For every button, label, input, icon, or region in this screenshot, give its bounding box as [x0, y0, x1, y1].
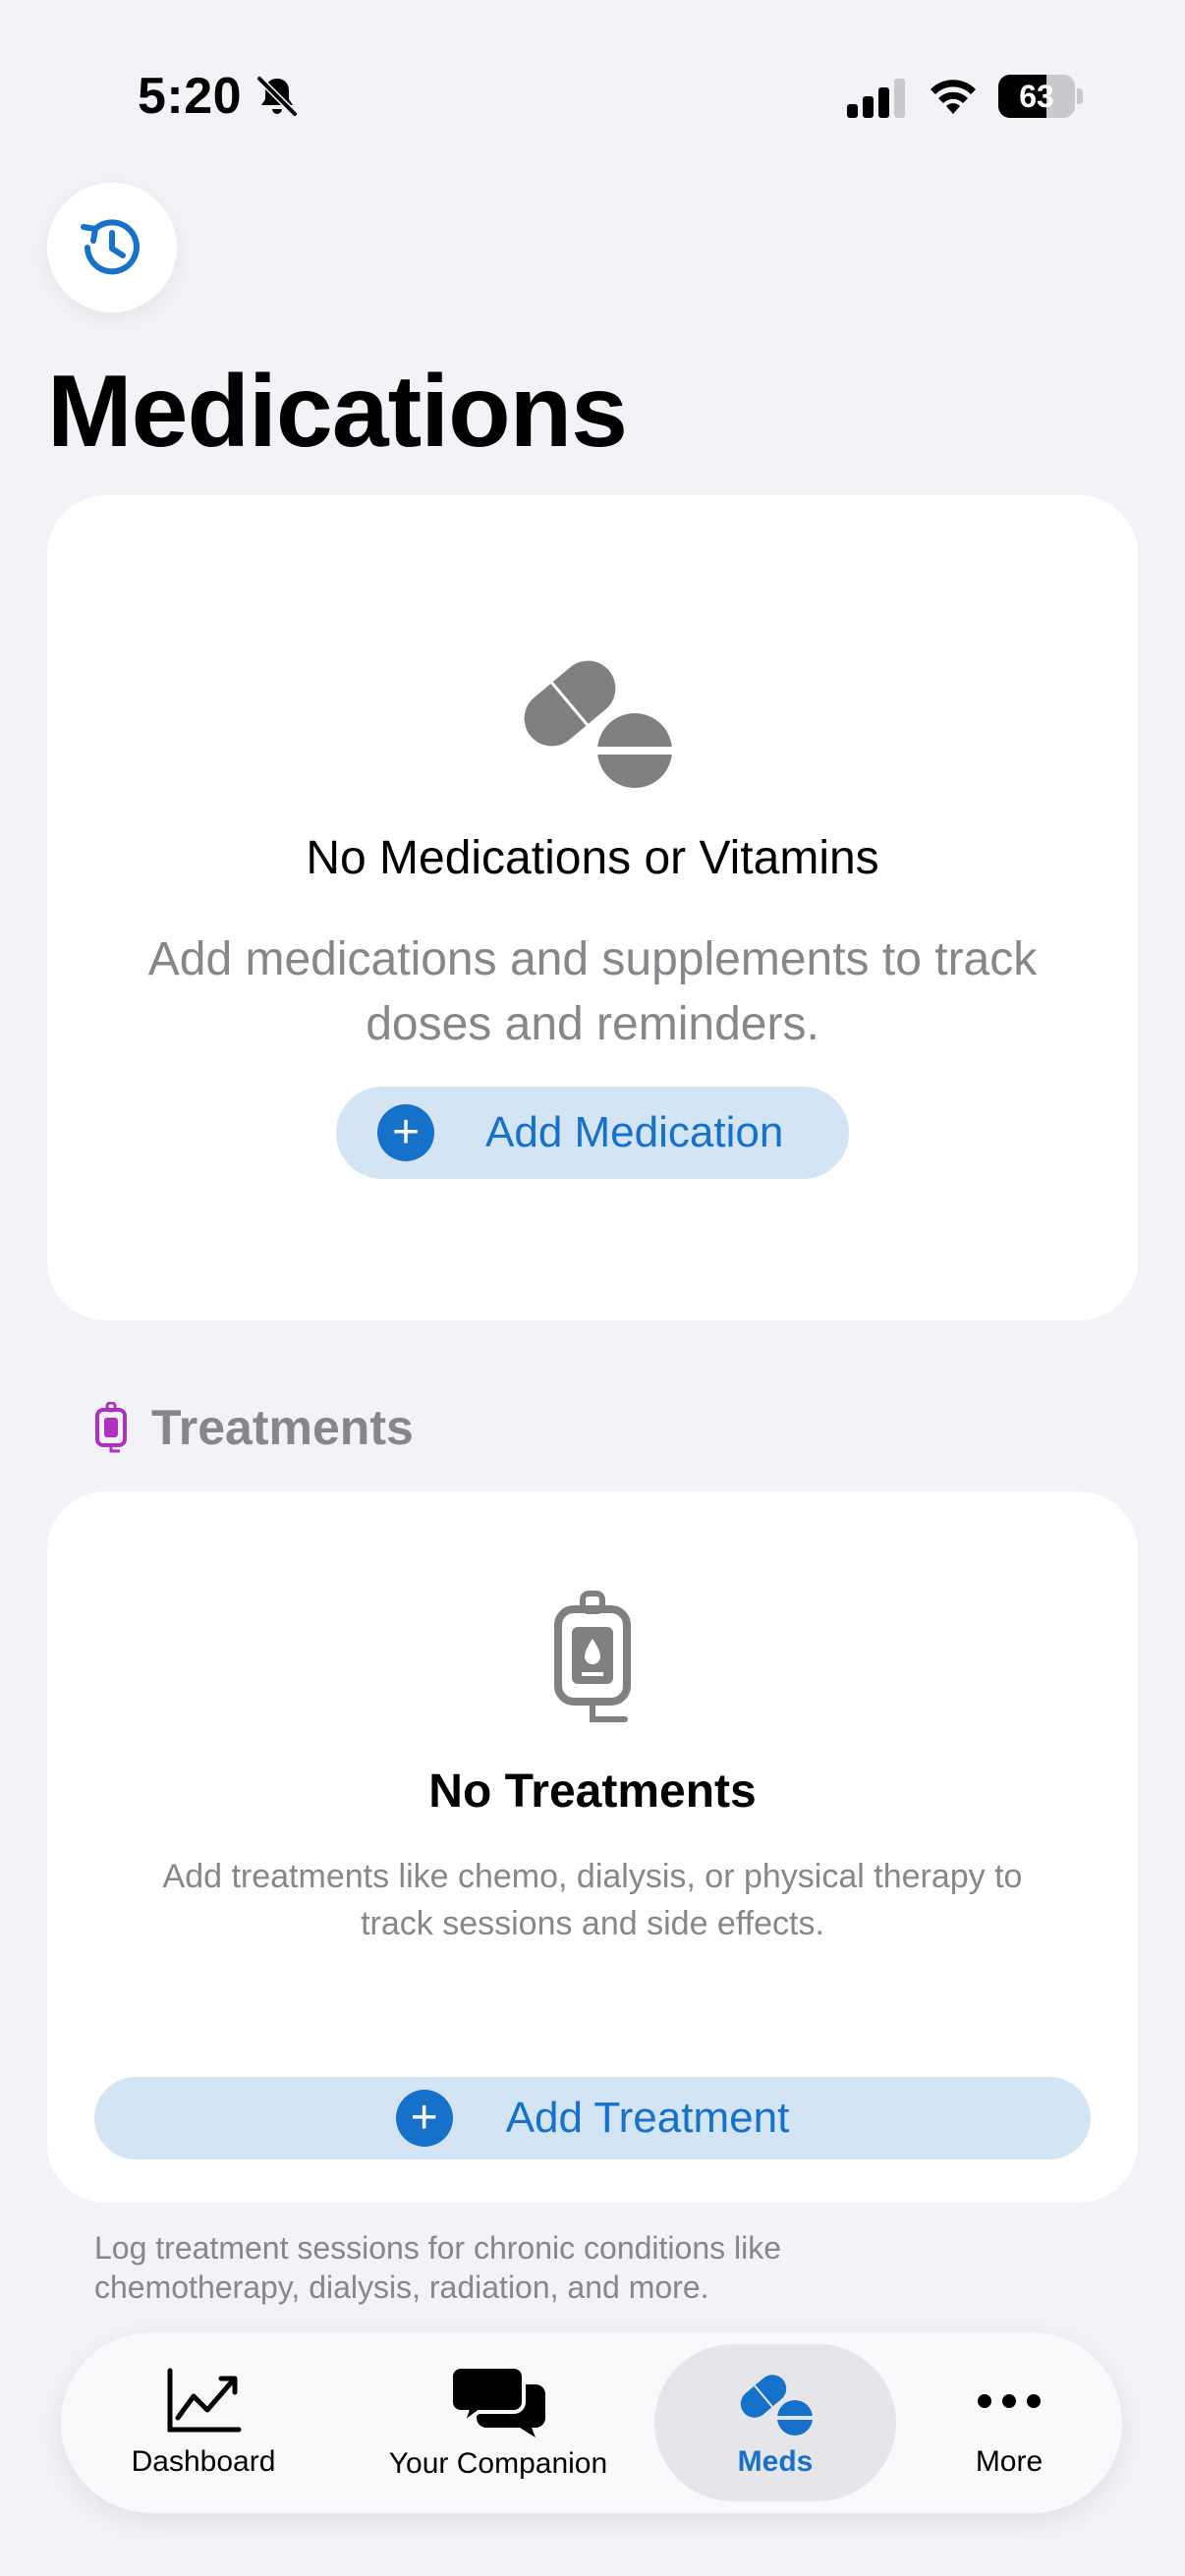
medications-empty-subtitle-line1: Add medications and supplements to track — [147, 933, 1038, 985]
treatments-empty-title: No Treatments — [428, 1765, 757, 1818]
treatments-empty-card: No Treatments Add treatments like chemo,… — [47, 1491, 1138, 2203]
tab-more[interactable]: More — [926, 2332, 1093, 2513]
battery-indicator: 63 — [998, 75, 1083, 118]
treatments-section-header: Treatments — [94, 1399, 414, 1456]
cellular-signal-icon — [847, 79, 905, 118]
medications-empty-title: No Medications or Vitamins — [306, 832, 879, 884]
add-treatment-label: Add Treatment — [505, 2094, 790, 2142]
iv-bag-icon — [554, 1591, 631, 1722]
pills-icon — [524, 660, 674, 788]
medications-empty-subtitle-line2: doses and reminders. — [366, 998, 819, 1050]
wifi-icon — [931, 80, 976, 114]
tab-dashboard[interactable]: Dashboard — [100, 2332, 307, 2513]
bell-slash-icon — [256, 76, 298, 117]
ellipsis-icon — [978, 2394, 1041, 2408]
add-medication-button[interactable]: + Add Medication — [336, 1087, 849, 1179]
add-medication-label: Add Medication — [485, 1108, 784, 1156]
chat-bubbles-icon — [449, 2365, 545, 2437]
chart-line-icon — [167, 2368, 242, 2433]
medications-empty-card: No Medications or Vitamins Add medicatio… — [47, 495, 1138, 1320]
battery-percent: 63 — [1019, 79, 1054, 114]
treatments-section-label: Treatments — [151, 1400, 414, 1455]
treatments-empty-subtitle-line2: track sessions and side effects. — [361, 1905, 824, 1942]
iv-bag-icon — [95, 1402, 127, 1453]
clock-history-icon — [81, 219, 140, 275]
tab-label-meds: Meds — [737, 2445, 814, 2478]
tab-your-companion[interactable]: Your Companion — [356, 2332, 641, 2513]
tab-label-more: More — [975, 2445, 1044, 2478]
tab-label-dashboard: Dashboard — [131, 2445, 276, 2478]
tab-label-your-companion: Your Companion — [388, 2447, 608, 2480]
status-time: 5:20 — [138, 68, 243, 125]
page-title: Medications — [47, 355, 628, 469]
tab-bar: Dashboard Your Companion Meds More — [61, 2332, 1122, 2513]
history-button[interactable] — [47, 183, 177, 312]
plus-icon: + — [377, 1104, 434, 1161]
add-treatment-button[interactable]: + Add Treatment — [94, 2077, 1091, 2159]
footer-note-line2: chemotherapy, dialysis, radiation, and m… — [94, 2269, 709, 2305]
plus-icon: + — [395, 2090, 453, 2147]
footer-note-line1: Log treatment sessions for chronic condi… — [94, 2230, 782, 2266]
pills-icon — [740, 2375, 815, 2436]
tab-meds[interactable]: Meds — [654, 2344, 896, 2501]
treatments-empty-subtitle-line1: Add treatments like chemo, dialysis, or … — [162, 1858, 1023, 1895]
treatments-footer-note: Log treatment sessions for chronic condi… — [94, 2228, 1077, 2307]
